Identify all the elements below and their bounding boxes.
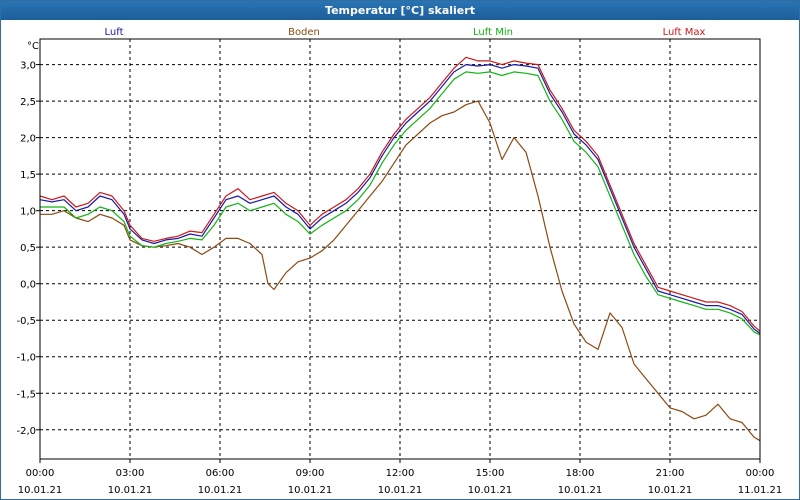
x-tick-date-label: 11.01.21	[738, 485, 783, 496]
y-tick-label: -1,0	[16, 353, 36, 364]
y-axis-unit-label: °C	[27, 41, 39, 52]
y-tick-label: -2,0	[16, 426, 36, 437]
legend-boden: Boden	[288, 27, 320, 38]
x-tick-date-label: 10.01.21	[198, 485, 243, 496]
x-tick-time-label: 18:00	[566, 468, 595, 479]
x-tick-time-label: 03:00	[116, 468, 145, 479]
grid	[40, 39, 760, 459]
x-tick-time-label: 00:00	[26, 468, 55, 479]
chart-title: Temperatur [°C] skaliert	[1, 1, 799, 20]
axes: 3,0 2,5 2,0 1,5 1,0 0,5 0,0 -0,5 -1,0 -1,5 -2,0 00:…	[16, 27, 782, 496]
legend-luft-max: Luft Max	[663, 27, 706, 38]
x-tick-date-label: 10.01.21	[378, 485, 423, 496]
x-tick-date-label: 10.01.21	[18, 485, 63, 496]
y-tick-label: 3,0	[20, 61, 36, 72]
x-tick-time-label: 12:00	[386, 468, 415, 479]
temperature-chart: 3,0 2,5 2,0 1,5 1,0 0,5 0,0 -0,5 -1,0 -1,5 -2,0 00:…	[16, 27, 782, 496]
x-tick-time-label: 21:00	[656, 468, 685, 479]
x-tick-date-label: 10.01.21	[108, 485, 153, 496]
legend-luft: Luft	[105, 27, 124, 38]
y-tick-label: 1,5	[20, 170, 36, 181]
legend-luft-min: Luft Min	[473, 27, 513, 38]
y-tick-label: 0,0	[20, 280, 36, 291]
y-tick-label: 2,0	[20, 134, 36, 145]
x-tick-date-label: 10.01.21	[558, 485, 603, 496]
x-tick-time-label: 06:00	[206, 468, 235, 479]
y-tick-label: -1,5	[16, 389, 36, 400]
x-tick-time-label: 09:00	[296, 468, 325, 479]
y-tick-label: 0,5	[20, 243, 36, 254]
x-tick-date-label: 10.01.21	[648, 485, 693, 496]
x-tick-date-label: 10.01.21	[288, 485, 333, 496]
chart-window: 3,0 2,5 2,0 1,5 1,0 0,5 0,0 -0,5 -1,0 -1,5 -2,0 00:…	[0, 0, 800, 500]
y-tick-label: -0,5	[16, 316, 36, 327]
x-tick-date-label: 10.01.21	[468, 485, 513, 496]
x-tick-time-label: 15:00	[476, 468, 505, 479]
y-tick-label: 2,5	[20, 97, 36, 108]
x-tick-time-label: 00:00	[746, 468, 775, 479]
y-tick-label: 1,0	[20, 207, 36, 218]
series-line-luft-max	[39, 56, 761, 332]
